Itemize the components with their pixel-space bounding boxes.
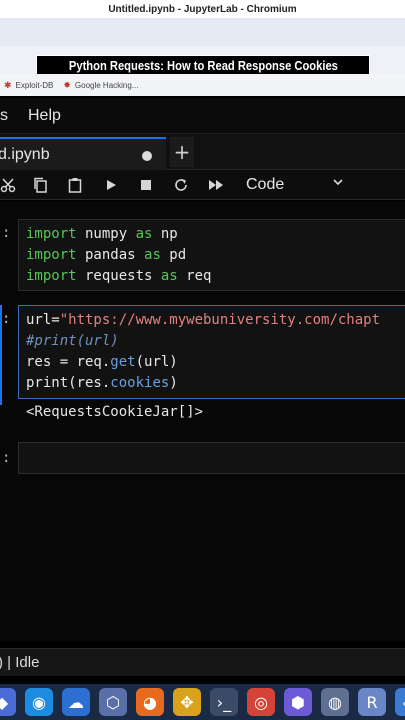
code-cell-request[interactable]: url="https://www.mywebuniversity.com/cha… — [18, 305, 405, 399]
app-icon-1[interactable]: ◆ — [0, 688, 16, 716]
bookmark-label: Google Hacking... — [74, 80, 139, 90]
code-token: as — [135, 226, 153, 242]
cell-type-value: Code — [246, 176, 285, 193]
paste-icon[interactable] — [65, 175, 85, 195]
r-icon[interactable]: R — [358, 688, 386, 716]
code-token: as — [144, 247, 161, 263]
code-line: url="https://www.mywebuniversity.com/cha… — [26, 310, 405, 331]
menu-bar: s Help — [0, 98, 405, 134]
menu-item-help[interactable]: Help — [28, 107, 69, 125]
code-token: import — [26, 268, 77, 284]
code-token: "https://www.mywebuniversity.com/chapt — [59, 312, 381, 328]
caption-text: Python Requests: How to Read Response Co… — [68, 57, 338, 73]
chrome-icon[interactable]: ◎ — [247, 688, 275, 716]
notebook-panel: : import numpy as np import pandas as pd i… — [0, 201, 405, 641]
tab-label: d.ipynb — [0, 145, 50, 163]
code-token: requests — [76, 268, 161, 284]
code-token: pandas — [76, 247, 145, 263]
taskbar: ◆ ◉ ☁ ⬡ ◕ ✥ ›_ ◎ ⬢ ◍ R ◈ — [0, 684, 405, 720]
tab-notebook[interactable]: d.ipynb — [0, 137, 166, 170]
unsaved-dot-icon[interactable] — [142, 151, 152, 161]
tab-bar: d.ipynb + — [0, 134, 405, 170]
code-line: import numpy as np — [26, 224, 405, 245]
code-token: as — [160, 268, 178, 284]
kernel-status: ) | Idle — [0, 654, 40, 671]
video-caption: Python Requests: How to Read Response Co… — [36, 55, 370, 75]
code-token: url= — [26, 312, 60, 328]
menu-item-partial[interactable]: s — [0, 107, 16, 125]
code-token: get — [110, 354, 136, 370]
bookmark-exploit-db[interactable]: ✱ Exploit-DB — [4, 80, 53, 91]
code-token: pd — [160, 247, 187, 263]
fast-forward-icon[interactable] — [206, 175, 226, 195]
edge-icon[interactable]: ◉ — [25, 688, 53, 716]
restart-icon[interactable] — [171, 175, 191, 195]
app-icon-2[interactable]: ◈ — [395, 688, 405, 716]
code-line: import requests as req — [26, 266, 405, 287]
code-editor[interactable]: import numpy as np import pandas as pd imp… — [19, 220, 405, 287]
cell-prompt: : — [2, 225, 11, 241]
stop-icon[interactable] — [136, 175, 156, 195]
terminal-icon[interactable]: ›_ — [210, 688, 238, 716]
bookmark-google-hacking[interactable]: ✸ Google Hacking... — [63, 80, 138, 91]
vpn-icon[interactable]: ⬢ — [284, 688, 312, 716]
notebook-toolbar: Code — [0, 170, 405, 200]
search-globe-icon[interactable]: ◍ — [321, 688, 349, 716]
code-line: print(res.cookies) — [26, 373, 405, 394]
code-cell-empty[interactable] — [18, 442, 405, 474]
code-line: import pandas as pd — [26, 245, 405, 266]
code-editor[interactable]: url="https://www.mywebuniversity.com/cha… — [19, 306, 405, 394]
code-token: print(res. — [26, 375, 111, 391]
code-token: ) — [169, 375, 178, 391]
firefox-icon[interactable]: ◕ — [136, 688, 164, 716]
status-bar: ) | Idle — [0, 648, 405, 676]
copy-icon[interactable] — [30, 175, 50, 195]
cut-icon[interactable] — [0, 175, 18, 195]
code-line: res = req.get(url) — [26, 352, 405, 373]
code-token: import — [26, 226, 77, 242]
run-icon[interactable] — [101, 175, 121, 195]
cell-prompt: : — [2, 311, 11, 327]
chevron-down-icon — [332, 176, 344, 192]
bookmarks-bar: ✱ Exploit-DB ✸ Google Hacking... — [0, 74, 405, 96]
add-tab-button[interactable]: + — [170, 137, 194, 167]
cube-icon[interactable]: ⬡ — [99, 688, 127, 716]
code-token: cookies — [110, 375, 170, 391]
code-token: req — [177, 268, 212, 284]
google-hacking-icon: ✸ — [63, 79, 71, 90]
code-token: np — [152, 226, 178, 242]
code-editor[interactable] — [19, 443, 405, 447]
code-token: numpy — [76, 226, 136, 242]
bug-icon: ✱ — [4, 79, 12, 90]
bookmark-label: Exploit-DB — [15, 80, 54, 90]
code-token: #print(url) — [26, 333, 119, 349]
window-title: Untitled.ipynb - JupyterLab - Chromium — [108, 3, 297, 15]
cell-prompt: : — [2, 450, 11, 466]
code-cell-imports[interactable]: import numpy as np import pandas as pd imp… — [18, 219, 405, 291]
code-token: import — [26, 247, 77, 263]
code-line: #print(url) — [26, 331, 405, 352]
network-icon[interactable]: ✥ — [173, 688, 201, 716]
window-titlebar: Untitled.ipynb - JupyterLab - Chromium — [0, 0, 405, 18]
code-token: (url) — [135, 354, 178, 370]
cell-output: <RequestsCookieJar[]> — [26, 404, 204, 420]
cloud-icon[interactable]: ☁ — [62, 688, 90, 716]
code-token: res = req. — [26, 354, 111, 370]
cell-type-select[interactable]: Code — [238, 174, 350, 196]
address-bar[interactable] — [0, 18, 405, 46]
